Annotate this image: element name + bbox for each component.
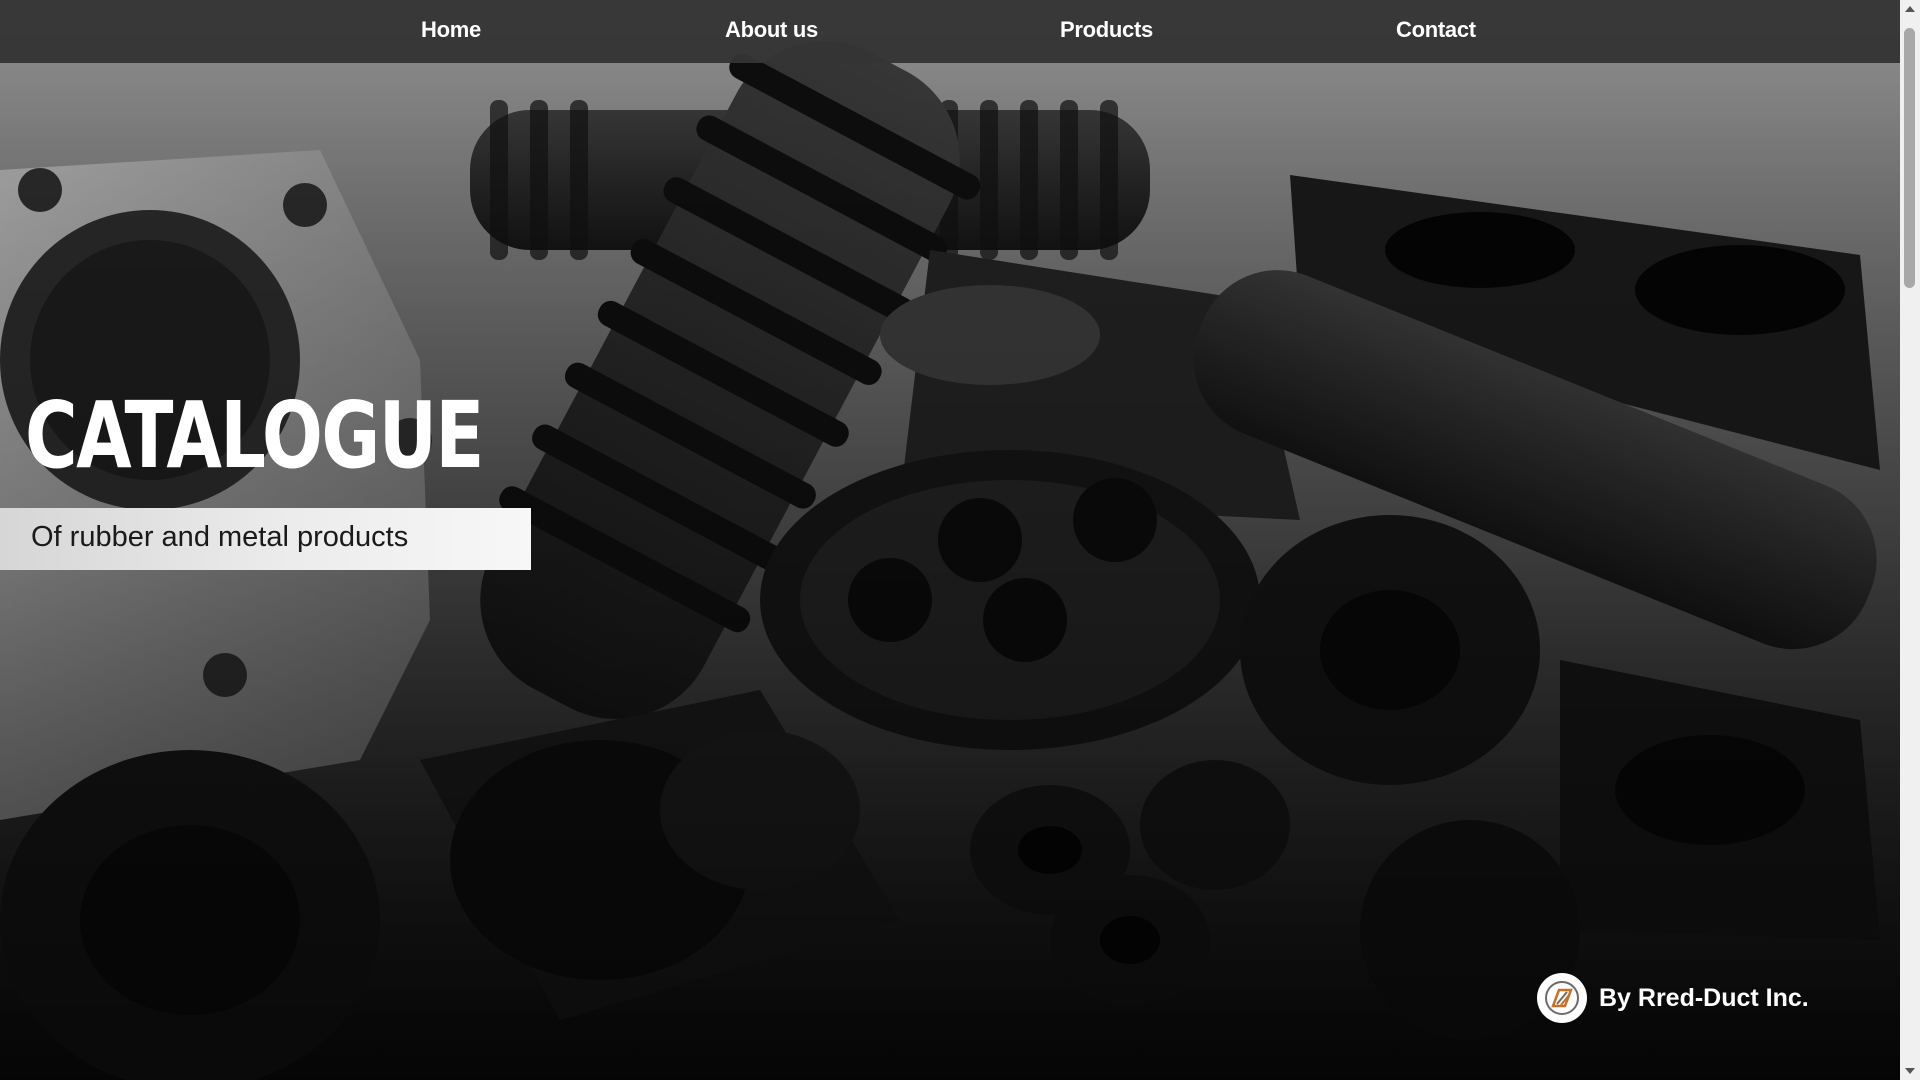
page: Home About us Products Contact CATALOGUE… — [0, 0, 1920, 1080]
vertical-scrollbar[interactable] — [1900, 0, 1920, 1080]
scroll-up-arrow-icon[interactable] — [1900, 0, 1920, 18]
page-title: CATALOGUE — [25, 382, 484, 489]
nav-link-home[interactable]: Home — [421, 17, 481, 43]
subtitle-banner: Of rubber and metal products — [0, 508, 531, 570]
scrollbar-thumb[interactable] — [1904, 28, 1915, 288]
rred-duct-logo-icon — [1537, 973, 1587, 1023]
nav-link-contact[interactable]: Contact — [1396, 17, 1476, 43]
brand-label: By Rred-Duct Inc. — [1599, 984, 1809, 1012]
nav-link-about-us[interactable]: About us — [725, 17, 818, 43]
scroll-down-arrow-icon[interactable] — [1900, 1062, 1920, 1080]
top-navigation: Home About us Products Contact — [0, 0, 1900, 63]
subtitle-text: Of rubber and metal products — [31, 521, 409, 553]
nav-link-products[interactable]: Products — [1060, 17, 1153, 43]
